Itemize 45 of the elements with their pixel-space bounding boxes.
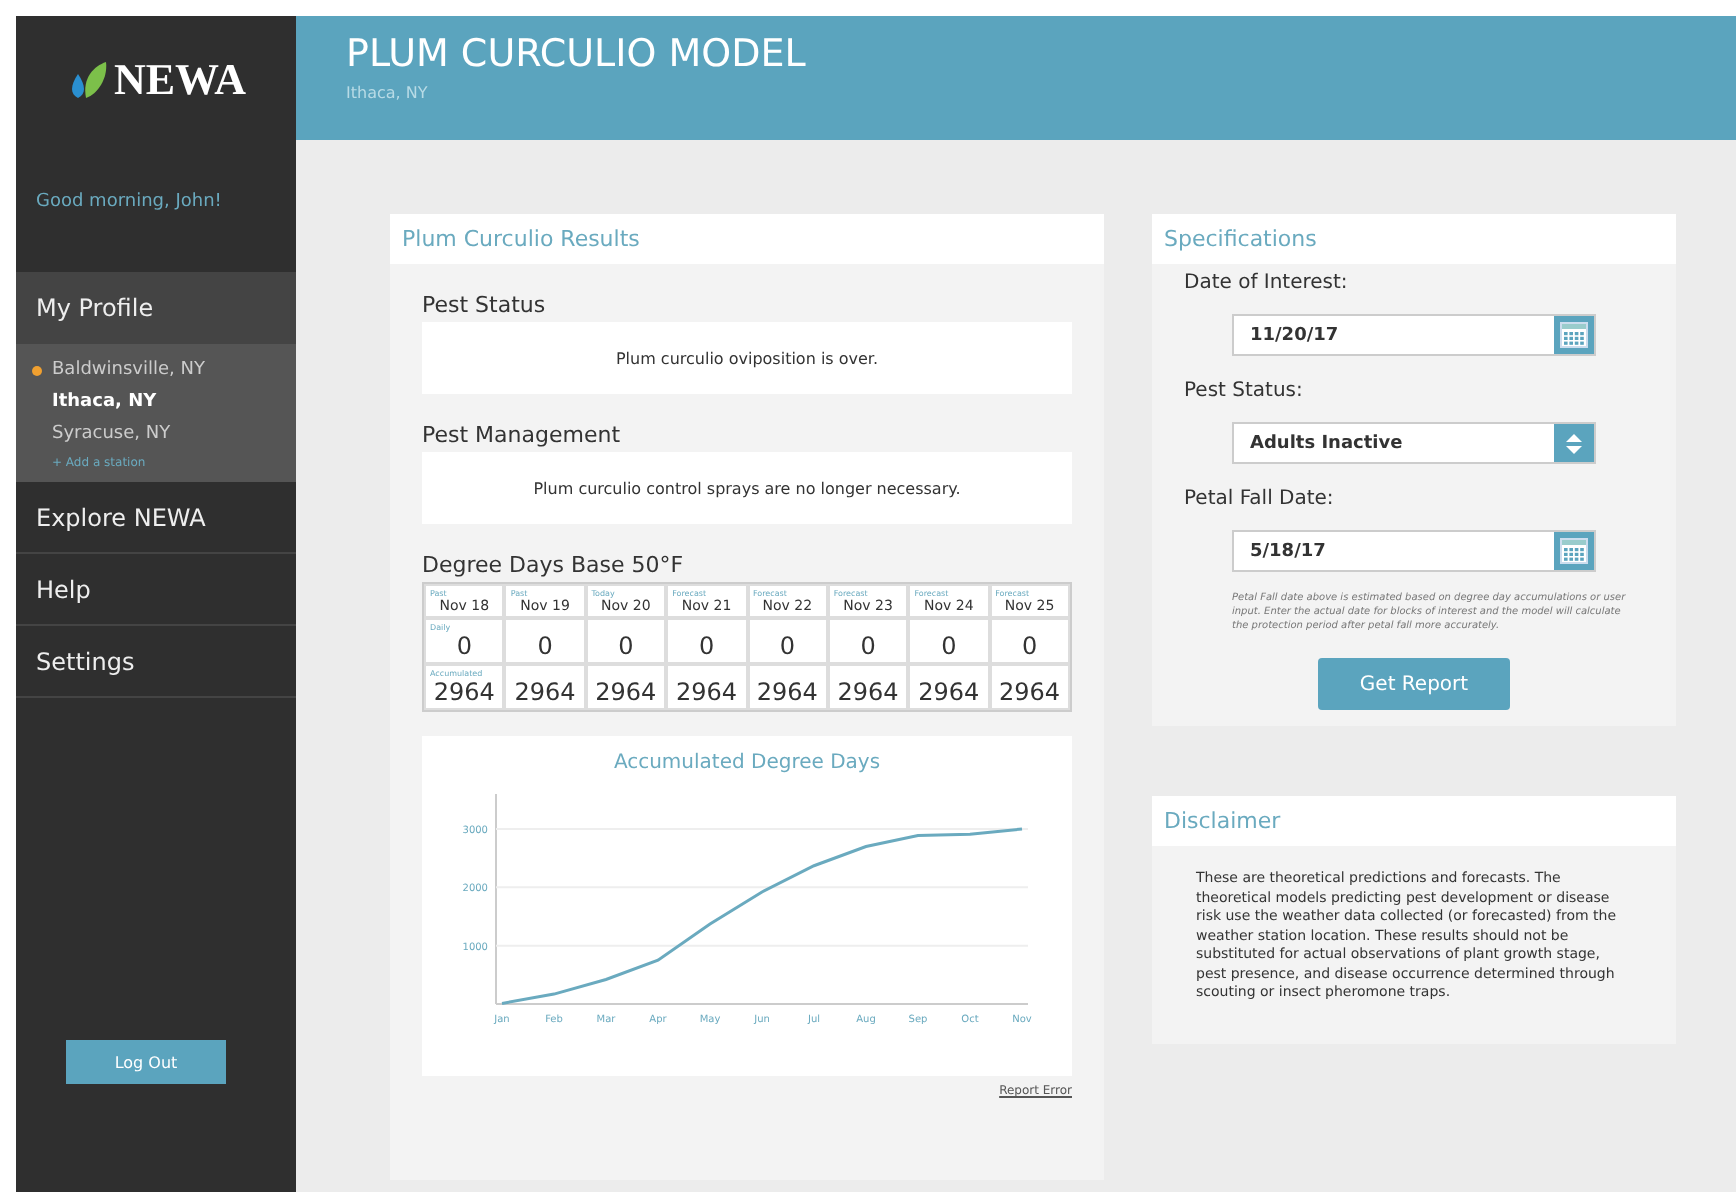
daily-value: 0	[941, 632, 957, 660]
card-title: Plum Curculio Results	[390, 214, 1104, 264]
field-label: Petal Fall Date:	[1184, 488, 1336, 510]
station-item[interactable]: Baldwinsville, NY	[36, 360, 296, 380]
daily-value: 0	[698, 632, 715, 660]
station-item[interactable]: Syracuse, NY	[36, 424, 296, 444]
daily-value: 0	[618, 632, 634, 660]
location-subtitle: Ithaca, NY	[346, 84, 430, 102]
section-label: Pest Management	[422, 422, 623, 448]
daily-value: 0	[779, 632, 795, 660]
accumulated-value: 2964	[433, 678, 495, 706]
profile-menu-item[interactable]: My Profile	[16, 272, 296, 344]
calendar-button[interactable]	[1554, 532, 1594, 570]
page-title: PLUM CURCULIO MODEL	[346, 32, 808, 76]
section-label: Pest Status	[422, 292, 548, 318]
accumulated-value: 2964	[999, 678, 1061, 706]
date-field[interactable]: 5/18/17	[1232, 530, 1596, 572]
daily-value: 0	[860, 632, 876, 660]
daily-value: 0	[1021, 632, 1038, 660]
calendar-icon	[1560, 322, 1588, 348]
station-item[interactable]: Ithaca, NY	[36, 392, 296, 412]
daily-value: 0	[456, 632, 472, 660]
status-message: Plum curculio oviposition is over.	[422, 322, 1072, 394]
daily-value: 0	[537, 632, 553, 660]
section-label: Degree Days Base 50°F	[422, 552, 686, 578]
accumulated-value: 2964	[918, 678, 980, 706]
field-label: Date of Interest:	[1184, 272, 1350, 294]
status-select[interactable]: Adults Inactive	[1232, 422, 1596, 464]
field-label: Pest Status:	[1184, 380, 1305, 402]
management-message: Plum curculio control sprays are no longer necessary.	[422, 452, 1072, 524]
accumulated-value: 2964	[756, 678, 818, 706]
calendar-icon	[1560, 538, 1588, 564]
card-title: Specifications	[1152, 214, 1676, 264]
up-down-caret-icon	[1566, 433, 1582, 453]
accumulated-value: 2964	[837, 678, 899, 706]
date-field[interactable]: 11/20/17	[1232, 314, 1596, 356]
card-title: Disclaimer	[1152, 796, 1676, 846]
chart-title: Accumulated Degree Days	[613, 752, 881, 774]
accumulated-value: 2964	[676, 678, 738, 706]
accumulated-value: 2964	[595, 678, 657, 706]
accumulated-value: 2964	[514, 678, 576, 706]
select-toggle[interactable]	[1554, 424, 1594, 462]
logo-text: NEWA	[113, 54, 246, 106]
greeting-text: Good morning, John!	[36, 192, 222, 212]
calendar-button[interactable]	[1554, 316, 1594, 354]
